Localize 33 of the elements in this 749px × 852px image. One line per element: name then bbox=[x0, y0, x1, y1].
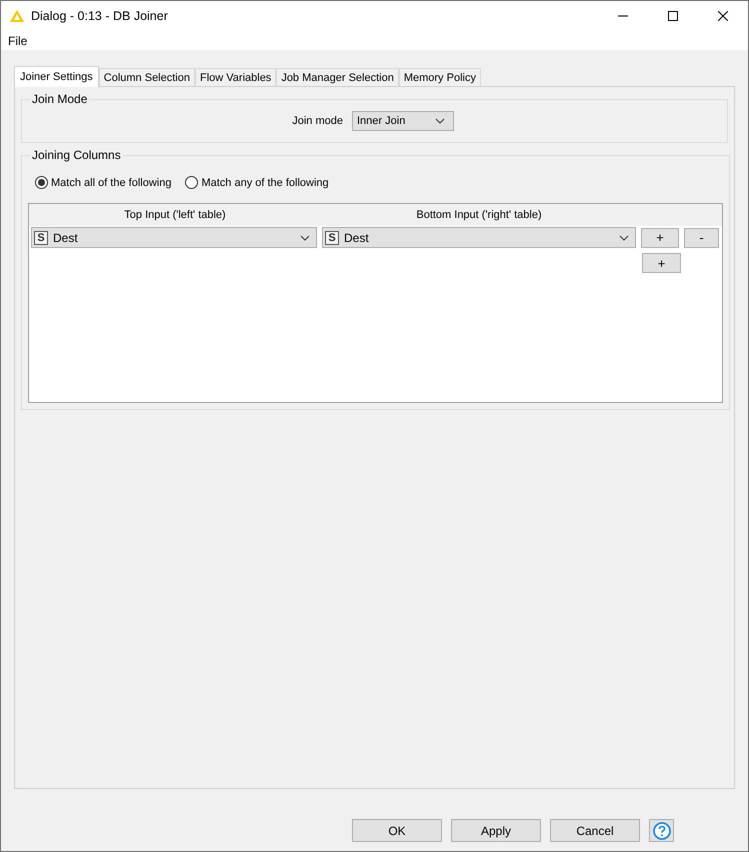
tab[interactable]: Job Manager Selection bbox=[276, 68, 399, 86]
dialog-button[interactable]: Apply bbox=[451, 819, 541, 842]
close-icon[interactable] bbox=[718, 11, 728, 21]
add-row-button[interactable]: + bbox=[642, 253, 681, 273]
column-dropdown[interactable]: S Dest bbox=[31, 227, 317, 248]
help-icon bbox=[652, 822, 670, 840]
column-header: Bottom Input ('right' table) bbox=[415, 209, 543, 221]
remove-row-button[interactable]: - bbox=[684, 228, 719, 248]
tab[interactable]: Joiner Settings bbox=[14, 66, 99, 87]
add-row-button[interactable]: + bbox=[641, 228, 679, 248]
dialog-button[interactable]: OK bbox=[352, 819, 442, 842]
string-type-badge: S bbox=[325, 230, 339, 244]
tab[interactable]: Flow Variables bbox=[194, 68, 276, 86]
maximize-icon[interactable] bbox=[668, 11, 678, 21]
tab[interactable]: Memory Policy bbox=[398, 68, 481, 86]
radio-option[interactable]: Match any of the following bbox=[185, 176, 329, 189]
chevron-down-icon bbox=[300, 234, 310, 240]
dialog-button[interactable]: Cancel bbox=[550, 819, 640, 842]
column-dropdown[interactable]: S Dest bbox=[322, 227, 636, 248]
menu-item[interactable]: File bbox=[8, 34, 28, 48]
group-title: Join Mode bbox=[31, 92, 88, 106]
join-mode-dropdown[interactable]: Inner Join bbox=[352, 111, 454, 131]
join-mode-label: Join mode bbox=[292, 115, 343, 127]
column-header: Top Input ('left' table) bbox=[123, 209, 227, 221]
help-button[interactable] bbox=[649, 819, 674, 842]
group-title: Joining Columns bbox=[31, 148, 122, 162]
chevron-down-icon bbox=[435, 118, 445, 124]
warning-triangle-icon bbox=[9, 9, 25, 23]
window-title: Dialog - 0:13 - DB Joiner bbox=[31, 9, 169, 23]
tab[interactable]: Column Selection bbox=[98, 68, 195, 86]
radio-option[interactable]: Match all of the following bbox=[35, 176, 172, 189]
chevron-down-icon bbox=[619, 234, 629, 240]
string-type-badge: S bbox=[34, 230, 48, 244]
